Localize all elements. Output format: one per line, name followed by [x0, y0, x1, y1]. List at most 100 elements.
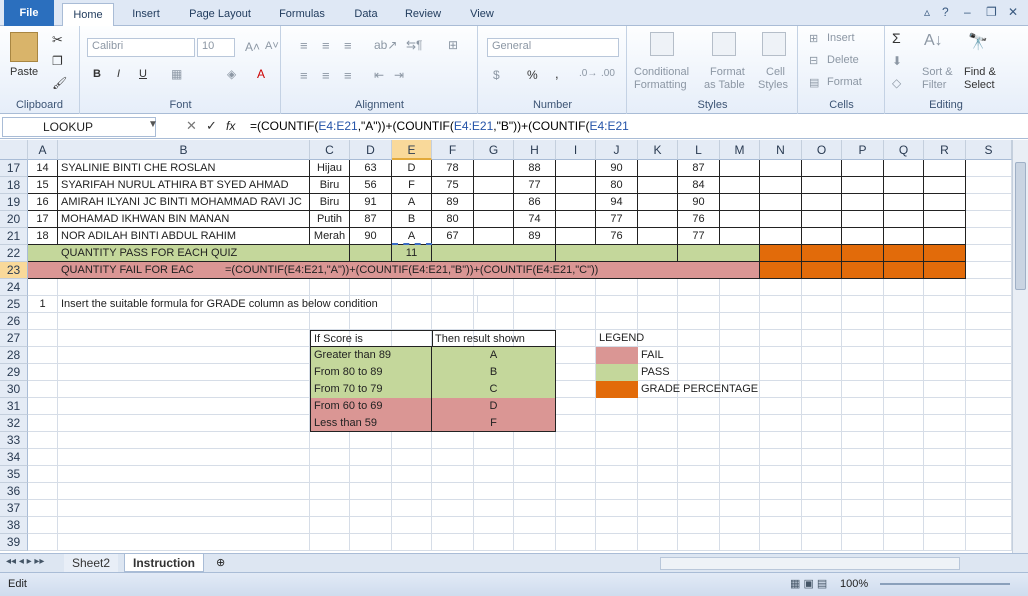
- tab-view[interactable]: View: [464, 3, 500, 26]
- vertical-scroll-thumb[interactable]: [1015, 162, 1026, 290]
- table-cell-score[interactable]: 90: [350, 228, 392, 245]
- grid-cell[interactable]: [966, 466, 1012, 483]
- grid-cell[interactable]: [514, 432, 556, 449]
- row-header[interactable]: 32: [0, 415, 28, 432]
- column-header[interactable]: D: [350, 140, 392, 160]
- table-cell-score[interactable]: 74: [514, 211, 556, 228]
- grade-percent-cell[interactable]: [884, 245, 924, 262]
- table-cell-grade[interactable]: F: [392, 177, 432, 194]
- grid-cell[interactable]: [638, 517, 678, 534]
- table-cell-no[interactable]: 16: [28, 194, 58, 211]
- grid-cell[interactable]: [678, 483, 720, 500]
- table-cell-grade[interactable]: [720, 160, 760, 177]
- grid-cell[interactable]: [802, 313, 842, 330]
- delete-cells-button[interactable]: Delete: [827, 54, 859, 66]
- grid-cell[interactable]: [596, 500, 638, 517]
- grid-cell[interactable]: [432, 500, 474, 517]
- grid-cell[interactable]: [638, 500, 678, 517]
- grid-cell[interactable]: [760, 517, 802, 534]
- grid-cell[interactable]: [842, 347, 884, 364]
- grid-cell[interactable]: [58, 483, 310, 500]
- grid-cell[interactable]: [58, 432, 310, 449]
- grid-cell[interactable]: [514, 466, 556, 483]
- grid-cell[interactable]: [28, 313, 58, 330]
- table-cell-grade[interactable]: D: [392, 160, 432, 177]
- grid-cell[interactable]: [392, 483, 432, 500]
- grid-cell[interactable]: [966, 262, 1012, 279]
- grid-cell[interactable]: [596, 313, 638, 330]
- table-cell-percent[interactable]: [884, 194, 924, 211]
- column-header[interactable]: P: [842, 140, 884, 160]
- table-cell-grade[interactable]: [720, 228, 760, 245]
- find-select-button[interactable]: Find &: [964, 66, 996, 78]
- grid-cell[interactable]: [310, 483, 350, 500]
- grid-cell[interactable]: [924, 466, 966, 483]
- grid-cell[interactable]: [884, 381, 924, 398]
- grid-cell[interactable]: [966, 330, 1012, 347]
- grid-cell[interactable]: [760, 313, 802, 330]
- row-header[interactable]: 28: [0, 347, 28, 364]
- help-icon[interactable]: ?: [942, 5, 949, 19]
- row-header[interactable]: 34: [0, 449, 28, 466]
- enter-icon[interactable]: ✓: [206, 118, 217, 134]
- grid-cell[interactable]: [678, 466, 720, 483]
- grid-cell[interactable]: [842, 432, 884, 449]
- grid-cell[interactable]: [760, 466, 802, 483]
- grid-cell[interactable]: [884, 415, 924, 432]
- row-header[interactable]: 24: [0, 279, 28, 296]
- grade-percent-cell[interactable]: [760, 245, 802, 262]
- table-cell-percent[interactable]: [924, 177, 966, 194]
- table-cell-grade[interactable]: [638, 160, 678, 177]
- grid-cell[interactable]: [638, 432, 678, 449]
- table-cell-score[interactable]: 88: [514, 160, 556, 177]
- row-header[interactable]: 31: [0, 398, 28, 415]
- grid-cell[interactable]: [884, 398, 924, 415]
- grade-table-header[interactable]: Then result shown: [432, 330, 556, 347]
- grid-cell[interactable]: [28, 466, 58, 483]
- grid-cell[interactable]: [58, 313, 310, 330]
- wrap-text-icon[interactable]: ⇆¶: [406, 38, 423, 52]
- table-cell-percent[interactable]: [760, 228, 802, 245]
- grade-percent-cell[interactable]: [802, 262, 842, 279]
- table-cell-percent[interactable]: [884, 160, 924, 177]
- increase-decimal-icon[interactable]: .0→: [579, 68, 597, 79]
- grid-cell[interactable]: [514, 296, 556, 313]
- grid-cell[interactable]: [392, 432, 432, 449]
- table-cell-grade[interactable]: [556, 177, 596, 194]
- find-select-icon[interactable]: 🔭: [968, 32, 988, 52]
- grid-cell[interactable]: [966, 245, 1012, 262]
- grid-cell[interactable]: [842, 449, 884, 466]
- row-header[interactable]: 27: [0, 330, 28, 347]
- grid-cell[interactable]: [28, 534, 58, 551]
- grid-cell[interactable]: [760, 500, 802, 517]
- table-cell-grade[interactable]: [720, 194, 760, 211]
- grid-cell[interactable]: [556, 330, 596, 347]
- fill-color-icon[interactable]: ◈: [227, 67, 236, 81]
- cell-styles-icon[interactable]: [762, 32, 786, 56]
- grid-cell[interactable]: [802, 330, 842, 347]
- table-cell-grade[interactable]: [474, 228, 514, 245]
- grid-cell[interactable]: [58, 330, 310, 347]
- table-cell-grade[interactable]: B: [392, 211, 432, 228]
- grid-cell[interactable]: [28, 381, 58, 398]
- grade-percent-cell[interactable]: [884, 262, 924, 279]
- table-cell-grade[interactable]: [474, 160, 514, 177]
- row-header[interactable]: 33: [0, 432, 28, 449]
- grid-cell[interactable]: [720, 483, 760, 500]
- row-header[interactable]: 30: [0, 381, 28, 398]
- grid-cell[interactable]: [966, 517, 1012, 534]
- grid-cell[interactable]: [802, 398, 842, 415]
- column-header[interactable]: L: [678, 140, 720, 160]
- table-cell-house[interactable]: Putih: [310, 211, 350, 228]
- grid-cell[interactable]: [760, 296, 802, 313]
- grid-cell[interactable]: [474, 432, 514, 449]
- table-cell-percent[interactable]: [884, 211, 924, 228]
- column-header[interactable]: E: [392, 140, 432, 160]
- grid-cell[interactable]: [58, 279, 310, 296]
- grid-cell[interactable]: [58, 381, 310, 398]
- grid-cell[interactable]: [432, 432, 474, 449]
- align-left-icon[interactable]: ≡: [300, 68, 308, 83]
- align-top-icon[interactable]: ≡: [300, 38, 308, 53]
- grid-cell[interactable]: [678, 517, 720, 534]
- table-cell-grade[interactable]: [720, 211, 760, 228]
